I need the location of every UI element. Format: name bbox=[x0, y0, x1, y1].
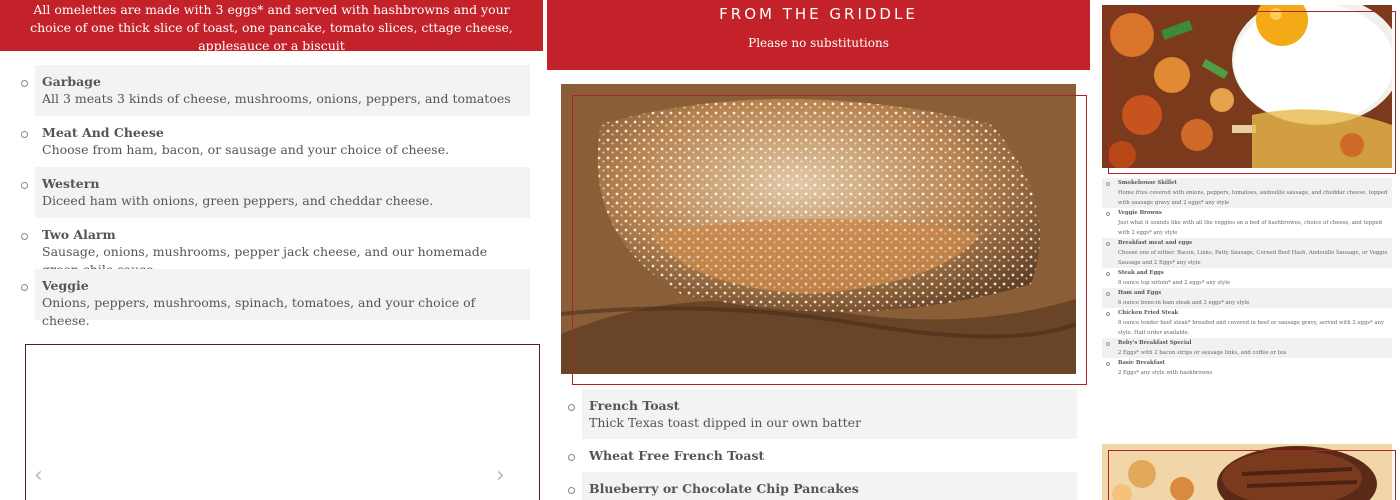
item-description: All 3 meats 3 kinds of cheese, mushrooms… bbox=[42, 91, 511, 106]
bullet-icon bbox=[568, 404, 575, 411]
list-item: Basic Breakfast 2 Eggs* any style with h… bbox=[1102, 358, 1392, 378]
bullet-icon bbox=[21, 80, 28, 87]
item-description: Home fries covered with onions, peppers,… bbox=[1118, 190, 1388, 206]
carousel-prev-arrow-icon[interactable]: ‹ bbox=[34, 465, 48, 487]
bullet-icon bbox=[1106, 312, 1110, 316]
item-description: 8 ounce top sirloin* and 2 eggs* any sty… bbox=[1118, 280, 1231, 286]
bullet-icon bbox=[21, 284, 28, 291]
breakfast-plates-column: Smokehouse Skillet Home fries covered wi… bbox=[1098, 0, 1400, 500]
item-description: Onions, peppers, mushrooms, spinach, tom… bbox=[42, 295, 476, 328]
bullet-icon bbox=[568, 487, 575, 494]
item-description: 6 ounce bone-in ham steak and 2 eggs* an… bbox=[1118, 300, 1250, 306]
bullet-icon bbox=[1106, 212, 1110, 216]
item-name: Two Alarm bbox=[42, 227, 116, 242]
list-item: Smokehouse Skillet Home fries covered wi… bbox=[1102, 178, 1392, 208]
section-subtitle: Please no substitutions bbox=[748, 36, 889, 50]
bullet-icon bbox=[21, 182, 28, 189]
item-name: Wheat Free French Toast bbox=[589, 448, 765, 463]
bullet-icon bbox=[1106, 362, 1110, 366]
item-name: Meat And Cheese bbox=[42, 125, 164, 140]
list-item: Roby's Breakfast Special 2 Eggs* with 2 … bbox=[1102, 338, 1392, 358]
omelettes-column: All omelettes are made with 3 eggs* and … bbox=[0, 0, 543, 500]
list-item: Blueberry or Chocolate Chip Pancakes bbox=[565, 472, 1077, 500]
list-item: Veggie Onions, peppers, mushrooms, spina… bbox=[18, 269, 530, 328]
item-description: Just what it sounds like with all the ve… bbox=[1118, 220, 1383, 236]
item-description: Thick Texas toast dipped in our own batt… bbox=[589, 415, 862, 430]
item-name: Veggie bbox=[42, 278, 89, 293]
list-item: Meat And Cheese Choose from ham, bacon, … bbox=[18, 116, 530, 167]
list-item: Breakfast meat and eggs Choose one of ei… bbox=[1102, 238, 1392, 268]
list-item: Steak and Eggs 8 ounce top sirloin* and … bbox=[1102, 268, 1392, 288]
griddle-header: FROM THE GRIDDLE Please no substitutions bbox=[547, 0, 1090, 70]
bullet-icon bbox=[21, 233, 28, 240]
list-item: Two Alarm Sausage, onions, mushrooms, pe… bbox=[18, 218, 530, 277]
list-item: French Toast Thick Texas toast dipped in… bbox=[565, 389, 1077, 439]
bullet-icon bbox=[1106, 342, 1110, 346]
list-item: Chicken Fried Steak 8 ounce tender beef … bbox=[1102, 308, 1392, 338]
carousel-next-arrow-icon[interactable]: › bbox=[496, 465, 510, 487]
item-name: Blueberry or Chocolate Chip Pancakes bbox=[589, 481, 859, 496]
bullet-icon bbox=[1106, 182, 1110, 186]
item-name: French Toast bbox=[589, 398, 680, 413]
bullet-icon bbox=[1106, 272, 1110, 276]
item-description: Choose from ham, bacon, or sausage and y… bbox=[42, 142, 450, 157]
bullet-icon bbox=[1106, 242, 1110, 246]
list-item: Western Diceed ham with onions, green pe… bbox=[18, 167, 530, 218]
item-name: Steak and Eggs bbox=[1118, 270, 1164, 276]
item-name: Basic Breakfast bbox=[1118, 360, 1165, 366]
omelettes-intro-text: All omelettes are made with 3 eggs* and … bbox=[30, 2, 513, 53]
item-description: 2 Eggs* with 2 bacon strips or sausage l… bbox=[1118, 350, 1287, 356]
item-name: Chicken Fried Steak bbox=[1118, 310, 1179, 316]
breakfast-list: Smokehouse Skillet Home fries covered wi… bbox=[1102, 178, 1392, 378]
item-name: Veggie Browns bbox=[1118, 210, 1162, 216]
bullet-icon bbox=[568, 454, 575, 461]
omelettes-intro-banner: All omelettes are made with 3 eggs* and … bbox=[0, 0, 543, 53]
item-name: Smokehouse Skillet bbox=[1118, 180, 1177, 186]
bullet-icon bbox=[21, 131, 28, 138]
image-carousel: ‹ › bbox=[25, 344, 540, 500]
french-toast-photo bbox=[561, 84, 1076, 374]
omelettes-list: Garbage All 3 meats 3 kinds of cheese, m… bbox=[18, 65, 530, 328]
bullet-icon bbox=[1106, 292, 1110, 296]
item-name: Ham and Eggs bbox=[1118, 290, 1162, 296]
steak-photo bbox=[1102, 444, 1392, 500]
griddle-list: French Toast Thick Texas toast dipped in… bbox=[565, 389, 1077, 500]
list-item: Ham and Eggs 6 ounce bone-in ham steak a… bbox=[1102, 288, 1392, 308]
item-name: Garbage bbox=[42, 74, 101, 89]
item-description: 8 ounce tender beef steak* breaded and c… bbox=[1118, 320, 1384, 336]
item-description: Choose one of either: Bacon, Links, Patt… bbox=[1118, 250, 1388, 266]
item-name: Roby's Breakfast Special bbox=[1118, 340, 1192, 346]
griddle-column: FROM THE GRIDDLE Please no substitutions bbox=[547, 0, 1090, 500]
section-title: FROM THE GRIDDLE bbox=[719, 5, 918, 23]
list-item: Wheat Free French Toast bbox=[565, 439, 1077, 472]
item-name: Western bbox=[42, 176, 100, 191]
item-name: Breakfast meat and eggs bbox=[1118, 240, 1193, 246]
item-description: 2 Eggs* any style with hashbrowns bbox=[1118, 370, 1213, 376]
skillet-photo bbox=[1102, 5, 1392, 168]
item-description: Diceed ham with onions, green peppers, a… bbox=[42, 193, 434, 208]
list-item: Garbage All 3 meats 3 kinds of cheese, m… bbox=[18, 65, 530, 116]
list-item: Veggie Browns Just what it sounds like w… bbox=[1102, 208, 1392, 238]
